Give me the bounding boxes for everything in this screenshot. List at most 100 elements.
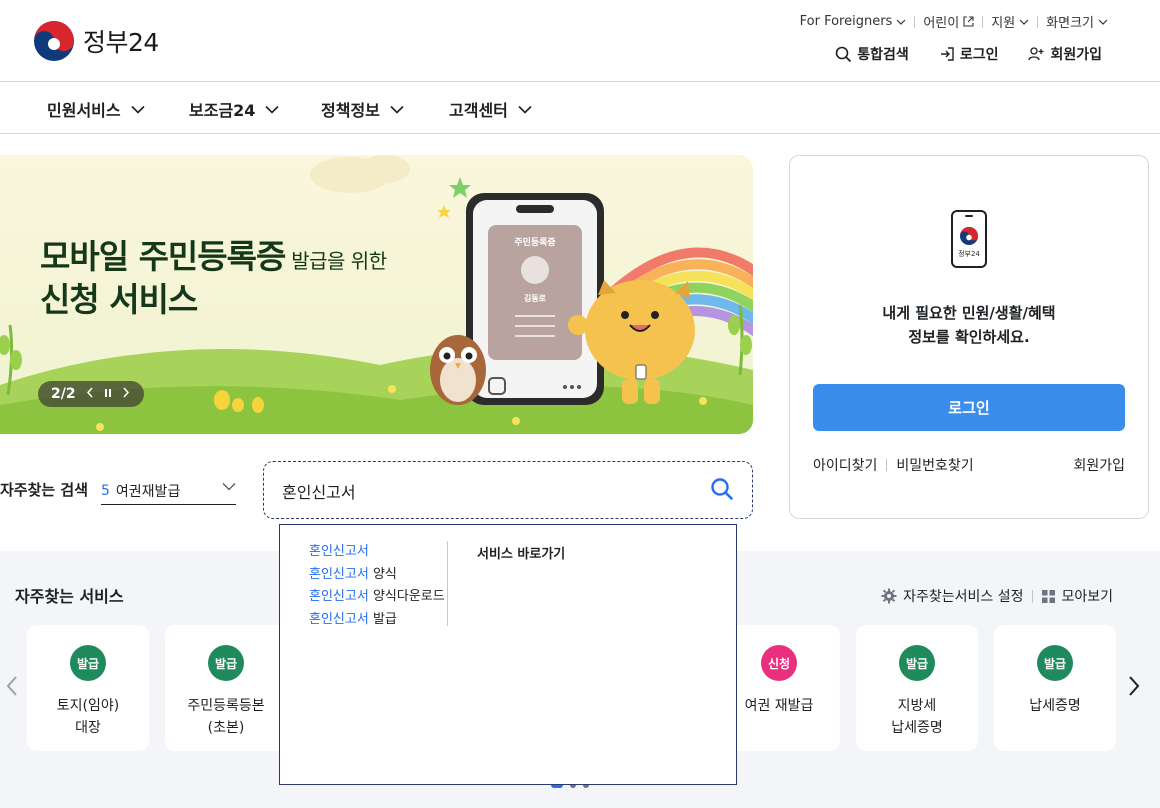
header-signup-button[interactable]: 회원가입 — [1028, 44, 1102, 64]
autocomplete-item[interactable]: 혼인신고서 — [309, 541, 445, 564]
frequent-services-title: 자주찾는 서비스 — [15, 587, 124, 606]
banner-title-line2: 신청 서비스 — [40, 280, 198, 319]
divider — [982, 15, 984, 28]
external-link-icon — [963, 16, 974, 27]
gnb-customer-center-label: 고객센터 — [449, 101, 508, 120]
chevron-right-icon — [123, 387, 129, 397]
gear-icon — [881, 588, 897, 604]
chevron-down-icon — [390, 105, 404, 114]
frequent-search-dropdown[interactable]: 5 여권재발급 — [101, 477, 236, 505]
service-name-line: 여권 재발급 — [744, 698, 814, 714]
gnb-civil-service-label: 민원서비스 — [47, 101, 121, 120]
util-support-link[interactable]: 지원 — [991, 12, 1029, 31]
service-name-line: 대장 — [75, 720, 101, 736]
main-banner[interactable]: 모바일 주민등록증 발급을 위한 신청 서비스 주민등록증 김동로 2/2 — [0, 155, 753, 434]
divider — [914, 15, 916, 28]
login-message-line2: 정보를 확인하세요. — [908, 328, 1030, 346]
gnb-policy-info[interactable]: 정책정보 — [321, 97, 404, 121]
service-badge: 발급 — [1037, 645, 1073, 681]
service-name-line: 납세증명 — [1029, 698, 1081, 714]
prev-slide-button[interactable] — [86, 387, 94, 402]
chevron-down-icon — [518, 105, 532, 114]
autocomplete-rest: 양식다운로드 — [368, 589, 445, 604]
login-icon — [940, 47, 954, 61]
divider — [1037, 15, 1039, 28]
service-card-tax-certificate[interactable]: 발급 납세증명 — [994, 625, 1116, 751]
autocomplete-match: 혼인신고서 — [309, 611, 369, 627]
util-kids-link[interactable]: 어린이 — [923, 12, 974, 31]
service-name: 토지(임야) 대장 — [31, 695, 145, 739]
autocomplete-divider — [447, 541, 448, 626]
login-button[interactable]: 로그인 — [813, 384, 1125, 431]
autocomplete-item[interactable]: 혼인신고서 양식 — [309, 564, 445, 587]
main-navigation: 민원서비스 보조금24 정책정보 고객센터 — [0, 82, 1160, 134]
autocomplete-item[interactable]: 혼인신고서 양식다운로드 — [309, 586, 445, 609]
login-message-line1: 내게 필요한 민원/생활/혜택 — [882, 304, 1056, 322]
autocomplete-rest: 발급 — [368, 611, 397, 627]
view-all-button[interactable]: 모아보기 — [1042, 586, 1113, 606]
frequent-services-tools: 자주찾는서비스 설정 모아보기 — [881, 586, 1113, 606]
banner-pager: 2/2 — [38, 381, 144, 407]
util-foreigners-link[interactable]: For Foreigners — [800, 14, 907, 29]
service-name-line: (초본) — [207, 720, 245, 736]
search-autocomplete: 혼인신고서 혼인신고서 양식 혼인신고서 양식다운로드 혼인신고서 발급 서비스… — [279, 524, 737, 785]
gnb-subsidy24-label: 보조금24 — [189, 101, 256, 120]
divider — [886, 459, 888, 471]
search-icon — [711, 478, 733, 500]
site-logo[interactable]: 정부24 — [33, 20, 159, 62]
next-slide-button[interactable] — [122, 387, 130, 402]
logo-text: 정부24 — [83, 28, 159, 57]
search-input[interactable] — [282, 478, 682, 504]
banner-title-bold: 모바일 주민등록증 — [40, 237, 286, 276]
divider — [1032, 589, 1034, 603]
gnb-policy-info-label: 정책정보 — [321, 101, 380, 120]
header-signup-label: 회원가입 — [1050, 47, 1102, 63]
gnb-civil-service[interactable]: 민원서비스 — [47, 97, 145, 121]
integrated-search-button[interactable]: 통합검색 — [835, 44, 909, 64]
autocomplete-list: 혼인신고서 혼인신고서 양식 혼인신고서 양식다운로드 혼인신고서 발급 — [309, 541, 445, 631]
banner-title-small: 발급을 위한 — [285, 249, 387, 273]
site-header: 정부24 For Foreigners 어린이 지원 화면크기 통합검색 로그인… — [0, 0, 1160, 82]
services-prev-button[interactable] — [5, 675, 19, 701]
gov24-app-phone-icon: 정부24 — [951, 210, 987, 268]
service-name: 납세증명 — [998, 695, 1112, 717]
service-name: 지방세 납세증명 — [860, 695, 974, 739]
util-screen-size-link[interactable]: 화면크기 — [1046, 12, 1108, 31]
frequent-search-label: 자주찾는 검색 — [0, 481, 89, 499]
chevron-down-icon — [1098, 19, 1108, 25]
find-password-link[interactable]: 비밀번호찾기 — [896, 455, 973, 475]
signup-link[interactable]: 회원가입 — [1073, 455, 1125, 475]
service-name: 주민등록등본 (초본) — [169, 695, 283, 739]
service-name-line: 토지(임야) — [56, 698, 120, 714]
service-name: 여권 재발급 — [722, 695, 836, 717]
taegeuk-logo-icon — [34, 21, 74, 61]
chevron-left-icon — [6, 676, 17, 696]
service-badge: 발급 — [70, 645, 106, 681]
autocomplete-item[interactable]: 혼인신고서 발급 — [309, 609, 445, 632]
service-badge: 발급 — [899, 645, 935, 681]
service-card-land-register[interactable]: 발급 토지(임야) 대장 — [27, 625, 149, 751]
service-name-line: 주민등록등본 — [187, 698, 265, 714]
add-user-icon — [1028, 47, 1044, 61]
chevron-down-icon — [265, 105, 280, 114]
frequent-services-settings-button[interactable]: 자주찾는서비스 설정 — [881, 586, 1023, 606]
pause-slide-button[interactable] — [104, 387, 112, 402]
service-name-line: 지방세 — [897, 698, 937, 714]
services-next-button[interactable] — [1127, 675, 1141, 701]
gnb-subsidy24[interactable]: 보조금24 — [189, 97, 280, 121]
util-screen-size-label: 화면크기 — [1046, 16, 1094, 31]
header-login-button[interactable]: 로그인 — [939, 44, 998, 64]
autocomplete-match: 혼인신고서 — [309, 566, 369, 582]
service-card-local-tax-certificate[interactable]: 발급 지방세 납세증명 — [856, 625, 978, 751]
taegeuk-mini-icon — [960, 227, 978, 245]
banner-title-line1: 모바일 주민등록증 발급을 위한 — [40, 230, 387, 278]
find-id-link[interactable]: 아이디찾기 — [813, 455, 877, 475]
search-submit-button[interactable] — [710, 477, 734, 505]
chevron-down-icon — [222, 483, 236, 491]
gov24-app-label: 정부24 — [958, 250, 980, 258]
service-card-resident-register[interactable]: 발급 주민등록등본 (초본) — [165, 625, 287, 751]
login-card: 정부24 내게 필요한 민원/생활/혜택 정보를 확인하세요. 로그인 아이디찾… — [789, 155, 1149, 519]
frequent-search-value: 여권재발급 — [115, 483, 181, 500]
autocomplete-rest: 양식 — [368, 566, 397, 582]
gnb-customer-center[interactable]: 고객센터 — [449, 97, 532, 121]
